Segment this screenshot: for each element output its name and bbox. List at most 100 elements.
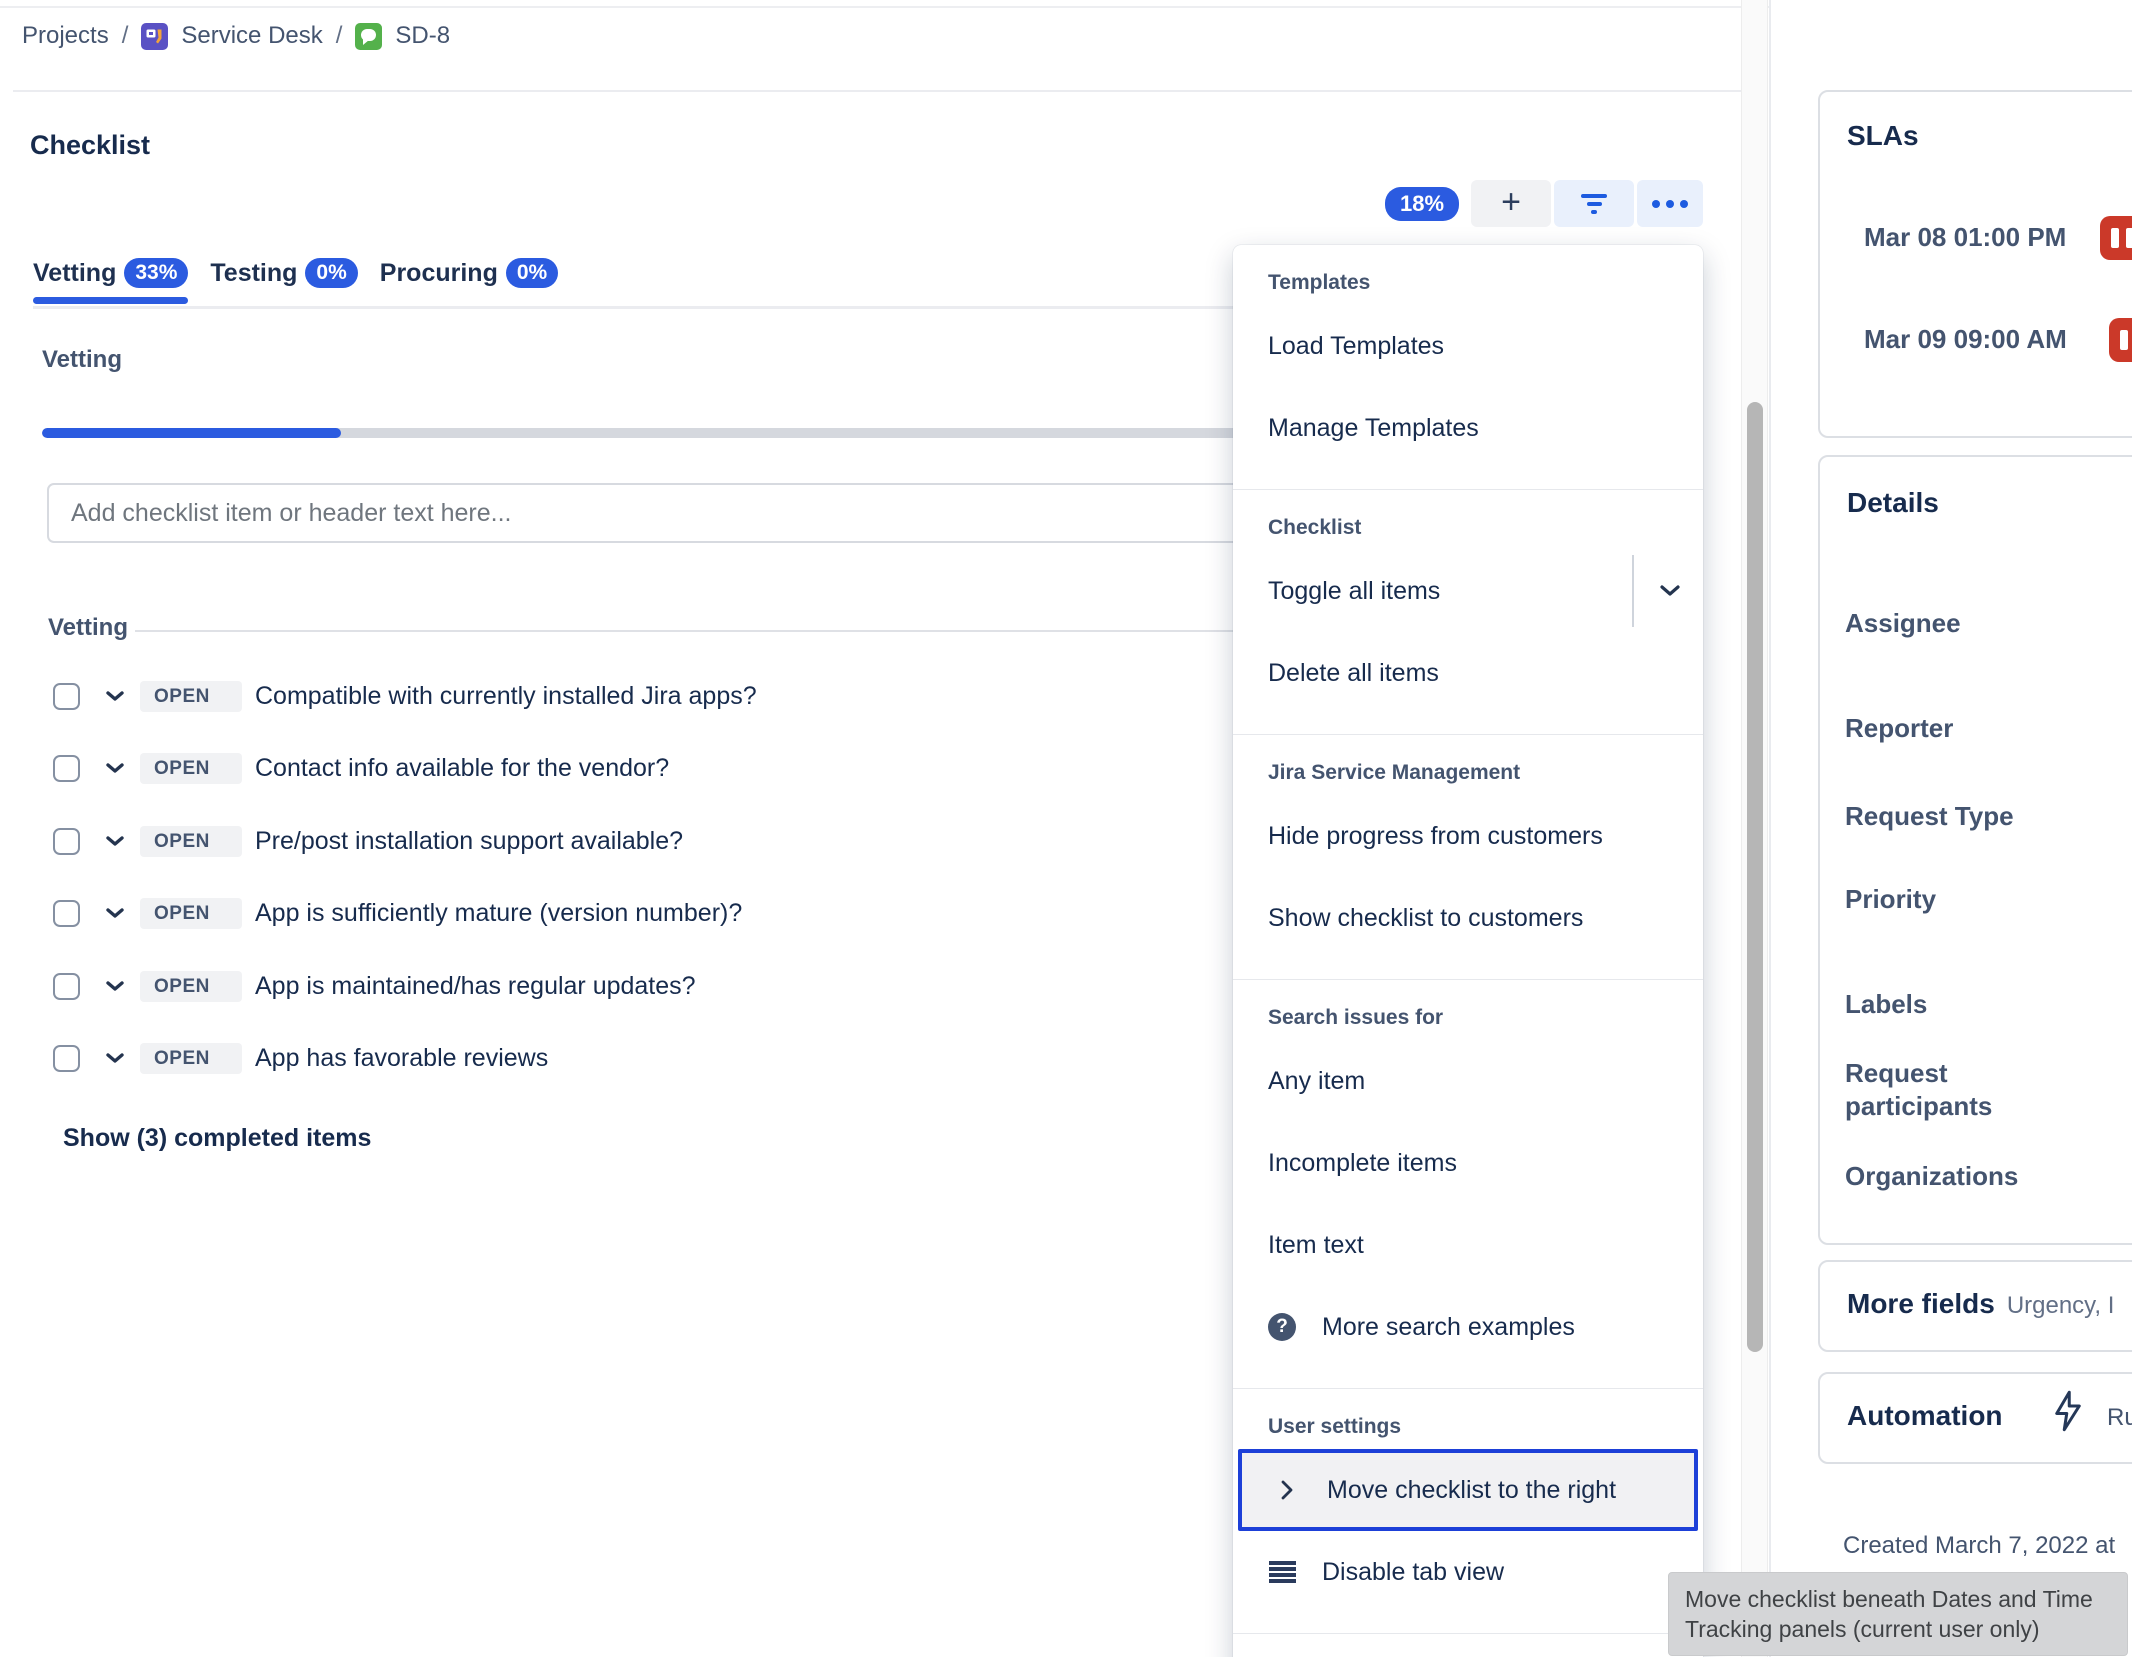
menu-item-delete-all-items[interactable]: Delete all items [1233,632,1703,714]
status-badge[interactable]: OPEN [140,826,242,857]
field-label-request-participants[interactable]: Request participants [1845,1057,2090,1123]
chevron-down-icon[interactable] [106,981,124,992]
created-timestamp: Created March 7, 2022 at [1843,1532,2115,1560]
breadcrumb-issue-key[interactable]: SD-8 [395,22,450,50]
menu-section-header: Jira Service Management [1233,751,1703,795]
slas-panel: SLAs Mar 08 01:00 PM Mar 09 09:00 AM [1818,90,2132,438]
split-separator [1632,555,1634,627]
field-label-assignee[interactable]: Assignee [1845,607,2090,640]
checklist-row: OPEN App is maintained/has regular updat… [53,970,696,1002]
menu-item-item-text[interactable]: Item text [1233,1204,1703,1286]
more-actions-menu: Templates Load Templates Manage Template… [1233,245,1703,1657]
filter-button[interactable] [1554,180,1634,227]
status-badge[interactable]: OPEN [140,1043,242,1074]
checklist-row: OPEN Pre/post installation support avail… [53,825,683,857]
issue-view-screen: Projects / Service Desk / SD-8 Checklist… [0,0,2132,1657]
menu-lines-icon [1268,1561,1296,1583]
menu-item-any-item[interactable]: Any item [1233,1040,1703,1122]
checklist-panel-title: Checklist [30,130,150,161]
chevron-down-icon[interactable] [106,763,124,774]
move-checklist-tooltip: Move checklist beneath Dates and Time Tr… [1668,1572,2128,1656]
breadcrumb: Projects / Service Desk / SD-8 [22,22,450,50]
menu-item-manage-templates[interactable]: Manage Templates [1233,387,1703,469]
sla-paused-icon [2109,318,2132,362]
more-fields-title: More fields [1847,1288,1995,1320]
menu-section-checklist: Checklist Toggle all items Delete all it… [1233,490,1703,735]
item-text[interactable]: App is sufficiently mature (version numb… [255,899,742,928]
checklist-progress-fill [42,428,341,438]
menu-item-hide-progress[interactable]: Hide progress from customers [1233,795,1703,877]
filter-icon [1581,194,1607,214]
request-type-icon [355,23,382,50]
automation-panel[interactable]: Automation Ru [1818,1372,2132,1464]
item-checkbox[interactable] [53,828,80,855]
field-label-labels[interactable]: Labels [1845,988,2090,1021]
field-label-organizations[interactable]: Organizations [1845,1160,2090,1193]
header-divider [13,90,1743,92]
chevron-down-icon[interactable] [106,1053,124,1064]
menu-section-header: Templates [1233,261,1703,305]
sla-deadline: Mar 08 01:00 PM [1864,222,2066,253]
project-avatar-icon [141,23,168,50]
add-item-button[interactable]: + [1471,180,1551,227]
show-completed-items-link[interactable]: Show (3) completed items [63,1124,371,1153]
chevron-down-icon[interactable] [106,908,124,919]
details-title: Details [1847,487,1939,519]
top-hairline [0,6,1770,8]
menu-item-disable-tab-view[interactable]: Disable tab view [1233,1531,1703,1613]
chevron-down-icon[interactable] [106,691,124,702]
menu-item-load-templates[interactable]: Load Templates [1233,305,1703,387]
question-circle-icon: ? [1268,1313,1296,1341]
more-fields-panel[interactable]: More fields Urgency, I [1818,1260,2132,1352]
tab-vetting-badge: 33% [124,258,188,288]
menu-spacer [1233,1634,1703,1657]
more-actions-button[interactable] [1637,180,1703,227]
ellipsis-icon [1652,200,1688,208]
menu-section-jsm: Jira Service Management Hide progress fr… [1233,735,1703,980]
menu-item-toggle-all-items[interactable]: Toggle all items [1233,550,1703,632]
tab-vetting[interactable]: Vetting 33% [33,258,188,304]
status-badge[interactable]: OPEN [140,898,242,929]
status-badge[interactable]: OPEN [140,971,242,1002]
item-checkbox[interactable] [53,683,80,710]
item-text[interactable]: Compatible with currently installed Jira… [255,682,757,711]
status-badge[interactable]: OPEN [140,681,242,712]
field-label-reporter[interactable]: Reporter [1845,712,2090,745]
status-badge[interactable]: OPEN [140,753,242,784]
item-checkbox[interactable] [53,1045,80,1072]
item-text[interactable]: Contact info available for the vendor? [255,754,669,783]
scrollbar-thumb[interactable] [1747,402,1763,1352]
item-checkbox[interactable] [53,900,80,927]
menu-section-user-settings: User settings Move checklist to the righ… [1233,1389,1703,1634]
menu-item-show-checklist-customers[interactable]: Show checklist to customers [1233,877,1703,959]
breadcrumb-separator: / [336,22,343,50]
tab-procuring[interactable]: Procuring 0% [380,258,558,304]
checklist-row: OPEN Compatible with currently installed… [53,680,757,712]
checklist-row: OPEN App is sufficiently mature (version… [53,897,742,929]
menu-section-header: User settings [1233,1405,1703,1449]
item-checkbox[interactable] [53,755,80,782]
item-checkbox[interactable] [53,973,80,1000]
details-panel[interactable]: Details Assignee Reporter Request Type P… [1818,455,2132,1245]
chevron-down-icon[interactable] [106,836,124,847]
sla-paused-icon [2100,216,2132,260]
checklist-row: OPEN App has favorable reviews [53,1042,548,1074]
menu-section-header: Checklist [1233,506,1703,550]
menu-item-move-checklist-right[interactable]: Move checklist to the right [1238,1449,1698,1531]
field-label-request-type[interactable]: Request Type [1845,800,2090,833]
breadcrumb-separator: / [122,22,129,50]
item-text[interactable]: Pre/post installation support available? [255,827,683,856]
item-text[interactable]: App is maintained/has regular updates? [255,972,696,1001]
automation-suffix-text: Ru [2107,1404,2132,1432]
menu-item-more-search-examples[interactable]: ? More search examples [1233,1286,1703,1368]
field-label-priority[interactable]: Priority [1845,883,2090,916]
tab-testing[interactable]: Testing 0% [210,258,357,304]
breadcrumb-projects[interactable]: Projects [22,22,109,50]
menu-section-templates: Templates Load Templates Manage Template… [1233,245,1703,490]
lightning-bolt-icon [2053,1390,2083,1437]
breadcrumb-project[interactable]: Service Desk [181,22,322,50]
vertical-scrollbar[interactable] [1741,0,1768,1657]
menu-item-incomplete-items[interactable]: Incomplete items [1233,1122,1703,1204]
item-text[interactable]: App has favorable reviews [255,1044,548,1073]
chevron-down-icon[interactable] [1660,585,1680,597]
